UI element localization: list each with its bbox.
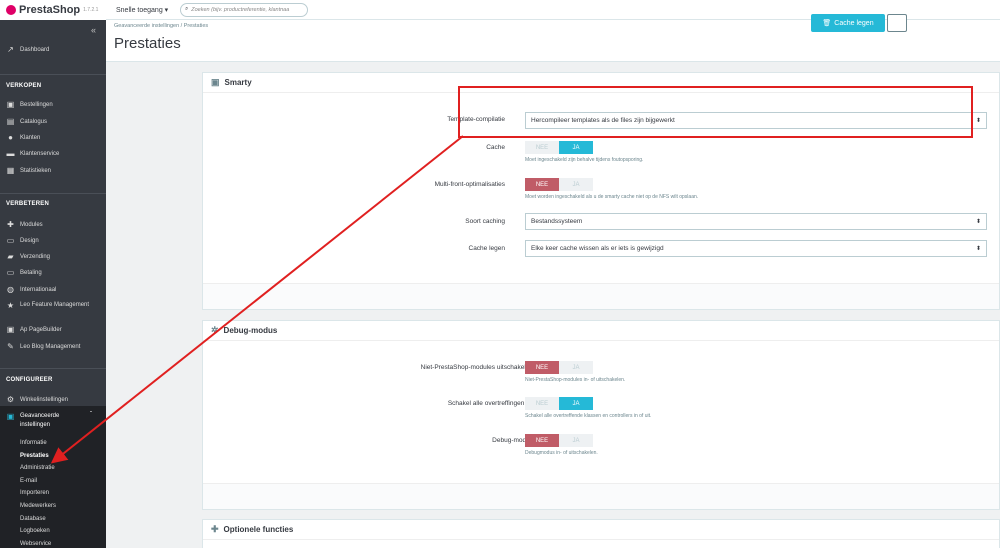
cache-label: Cache — [486, 144, 505, 151]
sidebar-item-bestellingen[interactable]: ▣ Bestellingen — [6, 100, 53, 109]
globe-icon: ◍ — [7, 285, 14, 294]
disable-nonps-label: Niet-PrestaShop-modules uitschakelen — [420, 364, 533, 371]
sidebar-item-internationaal[interactable]: ◍ Internationaal — [6, 285, 56, 294]
cube-icon: ▣ — [6, 325, 15, 334]
sidebar-item-modules[interactable]: ✚ Modules — [6, 220, 43, 229]
clear-cache-button[interactable]: 🗑 Cache legen — [811, 14, 885, 32]
optional-features-panel: ✚ Optionele functies — [202, 519, 1000, 548]
toggle-no[interactable]: NEE — [525, 178, 559, 191]
settings-icon: ⚙ — [6, 395, 15, 404]
cache-toggle[interactable]: NEE JA — [525, 141, 593, 154]
quick-access-dropdown[interactable]: Snelle toegang ▾ — [116, 6, 168, 14]
assessment-icon: ▦ — [6, 166, 15, 175]
caching-type-select[interactable]: Bestandssysteem ⬍ — [525, 213, 987, 230]
subitem-prestaties[interactable]: Prestaties — [20, 453, 49, 459]
delete-icon: 🗑 — [822, 20, 832, 27]
toggle-yes[interactable]: JA — [559, 178, 593, 191]
sidebar-item-design[interactable]: ▭ Design — [6, 236, 39, 245]
chevron-up-icon: ˆ — [90, 412, 92, 418]
search-icon: ⌕ — [185, 6, 189, 12]
select-caret-icon: ⬍ — [975, 118, 981, 124]
sidebar-item-verzending[interactable]: ▰ Verzending — [6, 252, 50, 261]
sidebar-item-statistieken[interactable]: ▦ Statistieken — [6, 166, 51, 175]
pencil-icon: ✎ — [7, 342, 14, 351]
multifront-label: Multi-front-optimalisaties — [434, 181, 505, 188]
shopping-basket-icon: ▣ — [6, 100, 15, 109]
section-verkopen: VERKOPEN — [6, 83, 42, 89]
caching-type-label: Soort caching — [465, 218, 505, 225]
puzzle-icon: ✚ — [211, 524, 219, 534]
desktop-icon: ▭ — [6, 236, 15, 245]
debug-mode-toggle[interactable]: NEE JA — [525, 434, 593, 447]
subitem-database[interactable]: Database — [20, 516, 46, 522]
subitem-webservice[interactable]: Webservice — [20, 541, 51, 547]
sidebar-item-dashboard[interactable]: ↗ Dashboard — [6, 45, 49, 54]
toggle-yes[interactable]: JA — [559, 397, 593, 410]
clear-cache-setting-label: Cache legen — [468, 245, 506, 252]
settings-applications-icon: ▣ — [6, 412, 15, 421]
debug-panel: ✲ Debug-modus Niet-PrestaShop-modules ui… — [202, 320, 1000, 510]
sidebar-item-leo-feature[interactable]: ★ Leo Feature Management — [6, 301, 96, 310]
subitem-importeren[interactable]: Importeren — [20, 490, 49, 496]
optional-features-header: ✚ Optionele functies — [203, 520, 999, 540]
disable-nonps-toggle[interactable]: NEE JA — [525, 361, 593, 374]
debug-panel-footer — [203, 483, 999, 509]
toggle-yes[interactable]: JA — [559, 361, 593, 374]
toggle-no[interactable]: NEE — [525, 434, 559, 447]
section-verbeteren: VERBETEREN — [6, 201, 50, 207]
sidebar-item-betaling[interactable]: ▭ Betaling — [6, 268, 42, 277]
truck-icon: ▰ — [7, 252, 14, 261]
trending-up-icon: ↗ — [7, 45, 14, 54]
debug-panel-header: ✲ Debug-modus — [203, 321, 999, 341]
toggle-no[interactable]: NEE — [525, 361, 559, 374]
sidebar-item-leo-blog[interactable]: ✎ Leo Blog Management — [6, 342, 80, 351]
sidebar-item-geavanceerde-instellingen[interactable]: ▣ Geavanceerde instellingen ˆ — [6, 412, 101, 430]
subitem-administratie[interactable]: Administratie — [20, 465, 55, 471]
subitem-email[interactable]: E-mail — [20, 478, 37, 484]
subitem-logboeken[interactable]: Logboeken — [20, 528, 50, 534]
smarty-panel-footer — [203, 283, 999, 309]
annotation-highlight-box — [458, 86, 973, 138]
sidebar: PrestaShop 1.7.2.1 « ↗ Dashboard VERKOPE… — [0, 0, 106, 548]
disable-overrides-toggle[interactable]: NEE JA — [525, 397, 593, 410]
prestashop-logo[interactable]: PrestaShop 1.7.2.1 — [0, 0, 106, 20]
toggle-no[interactable]: NEE — [525, 141, 559, 154]
subitem-medewerkers[interactable]: Medewerkers — [20, 503, 56, 509]
collapse-sidebar-icon[interactable]: « — [91, 25, 96, 35]
briefcase-icon: ▣ — [211, 77, 220, 87]
sidebar-item-klanten[interactable]: ● Klanten — [6, 133, 40, 142]
toggle-no[interactable]: NEE — [525, 397, 559, 410]
cache-help: Moet ingeschakeld zijn behalve tijdens f… — [525, 157, 644, 163]
prestashop-logo-icon — [6, 5, 16, 15]
select-caret-icon: ⬍ — [975, 219, 981, 225]
toggle-yes[interactable]: JA — [559, 141, 593, 154]
disable-overrides-label: Schakel alle overtreffingen uit — [447, 400, 533, 407]
disable-overrides-help: Schakel alle overtreffende klassen en co… — [525, 413, 652, 419]
sidebar-item-klantenservice[interactable]: ▬ Klantenservice — [6, 149, 60, 158]
store-icon: ▤ — [6, 117, 15, 126]
sidebar-item-winkelinstellingen[interactable]: ⚙ Winkelinstellingen — [6, 395, 68, 404]
subitem-informatie[interactable]: Informatie — [20, 440, 47, 446]
disable-nonps-help: Niet-PrestaShop-modules in- of uitschake… — [525, 377, 626, 383]
multifront-toggle[interactable]: NEE JA — [525, 178, 593, 191]
breadcrumb[interactable]: Geavanceerde instellingen / Prestaties — [114, 23, 208, 29]
star-icon: ★ — [6, 301, 15, 310]
search-input[interactable]: ⌕ Zoeken (bijv. productreferentie, klant… — [180, 2, 309, 17]
page-title: Prestaties — [114, 35, 181, 52]
chat-icon: ▬ — [6, 149, 15, 158]
select-caret-icon: ⬍ — [975, 246, 981, 252]
section-configureer: CONFIGUREER — [6, 377, 53, 383]
bug-icon: ✲ — [211, 325, 219, 335]
debug-mode-label: Debug-modus — [492, 437, 533, 444]
help-button[interactable] — [887, 14, 907, 32]
sidebar-item-catalogus[interactable]: ▤ Catalogus — [6, 117, 47, 126]
payment-icon: ▭ — [6, 268, 15, 277]
clear-cache-select[interactable]: Elke keer cache wissen als er iets is ge… — [525, 240, 987, 257]
account-circle-icon: ● — [8, 133, 13, 142]
debug-mode-help: Debugmodus in- of uitschakelen. — [525, 450, 598, 456]
puzzle-icon: ✚ — [7, 220, 14, 229]
sidebar-item-ap-pagebuilder[interactable]: ▣ Ap PageBuilder — [6, 325, 62, 334]
multifront-help: Moet worden ingeschakeld als u de smarty… — [525, 194, 699, 200]
toggle-yes[interactable]: JA — [559, 434, 593, 447]
